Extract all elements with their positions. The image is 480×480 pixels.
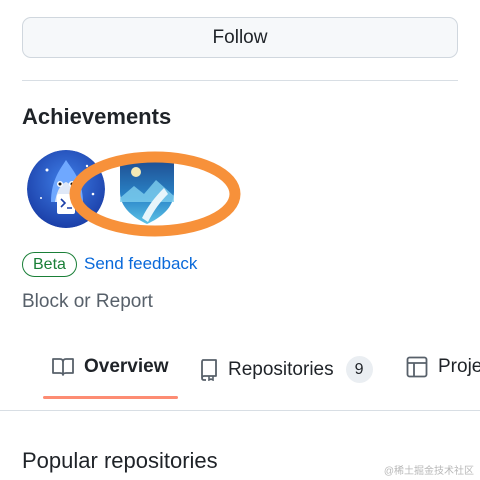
tab-overview[interactable]: Overview: [52, 356, 169, 378]
tab-overview-label: Overview: [84, 356, 169, 377]
profile-tabs: Overview Repositories 9 Proje: [0, 340, 480, 410]
achievements-heading: Achievements: [22, 104, 172, 129]
follow-button[interactable]: Follow: [22, 17, 458, 58]
tab-repositories[interactable]: Repositories 9: [200, 356, 373, 383]
book-icon: [52, 358, 74, 376]
repo-icon: [201, 358, 217, 381]
tab-projects[interactable]: Proje: [406, 356, 480, 378]
tab-projects-label: Proje: [438, 356, 480, 377]
repositories-count-badge: 9: [345, 356, 373, 383]
block-or-report-link[interactable]: Block or Report: [22, 291, 153, 313]
tabs-divider: [0, 410, 480, 411]
table-icon: [406, 356, 428, 378]
mountain-shield-badge-icon[interactable]: [116, 154, 178, 226]
selected-tab-indicator: [43, 396, 178, 399]
send-feedback-link[interactable]: Send feedback: [84, 254, 197, 274]
watermark: @稀土掘金技术社区: [383, 466, 474, 477]
tab-repositories-label: Repositories: [228, 358, 334, 380]
shark-badge-icon[interactable]: [27, 150, 105, 228]
popular-repositories-heading: Popular repositories: [22, 448, 218, 473]
divider: [22, 80, 458, 81]
beta-badge: Beta: [22, 252, 77, 277]
